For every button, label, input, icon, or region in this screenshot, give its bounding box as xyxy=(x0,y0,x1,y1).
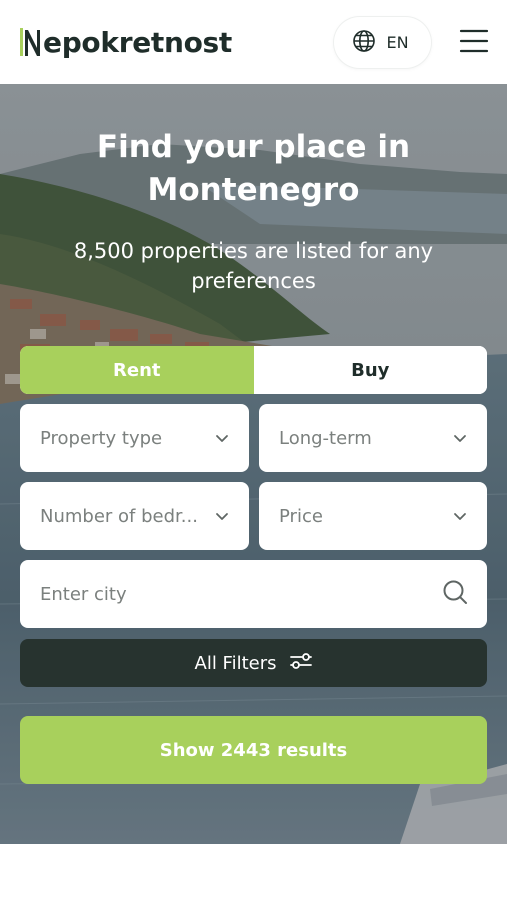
city-search-input[interactable] xyxy=(40,583,441,605)
hero-title: Find your place in Montenegro xyxy=(0,126,507,212)
search-icon[interactable] xyxy=(441,578,469,611)
all-filters-label: All Filters xyxy=(194,652,277,674)
rental-term-value: Long-term xyxy=(279,427,372,449)
language-selector[interactable]: EN xyxy=(334,17,431,68)
price-select[interactable]: Price xyxy=(259,482,487,550)
hero-title-line2: Montenegro xyxy=(147,172,360,208)
brand-logo-mark xyxy=(20,26,42,58)
rent-buy-toggle: Rent Buy xyxy=(20,346,487,394)
property-type-value: Property type xyxy=(40,427,163,449)
chevron-down-icon xyxy=(213,429,231,447)
bedrooms-select[interactable]: Number of bedr... xyxy=(20,482,249,550)
globe-icon xyxy=(352,29,376,57)
chevron-down-icon xyxy=(213,507,231,525)
hero-title-line1: Find your place in xyxy=(96,129,411,165)
price-value: Price xyxy=(279,505,323,527)
brand-name: epokretnost xyxy=(43,25,232,59)
hero-section: Find your place in Montenegro 8,500 prop… xyxy=(0,84,507,844)
hero-subtitle: 8,500 properties are listed for any pref… xyxy=(73,239,434,293)
all-filters-button[interactable]: All Filters xyxy=(20,639,487,687)
tab-rent[interactable]: Rent xyxy=(20,346,254,394)
top-header: epokretnost EN xyxy=(0,0,507,84)
chevron-down-icon xyxy=(451,429,469,447)
filter-sliders-icon xyxy=(289,651,313,676)
bedrooms-value: Number of bedr... xyxy=(40,505,198,527)
city-search-field xyxy=(20,560,487,628)
rental-term-select[interactable]: Long-term xyxy=(259,404,487,472)
hamburger-menu-icon[interactable] xyxy=(458,27,490,55)
property-type-select[interactable]: Property type xyxy=(20,404,249,472)
chevron-down-icon xyxy=(451,507,469,525)
tab-buy[interactable]: Buy xyxy=(253,346,487,394)
show-results-button[interactable]: Show 2443 results xyxy=(20,716,487,784)
brand-logo[interactable]: epokretnost xyxy=(20,22,232,62)
language-label: EN xyxy=(386,33,409,52)
